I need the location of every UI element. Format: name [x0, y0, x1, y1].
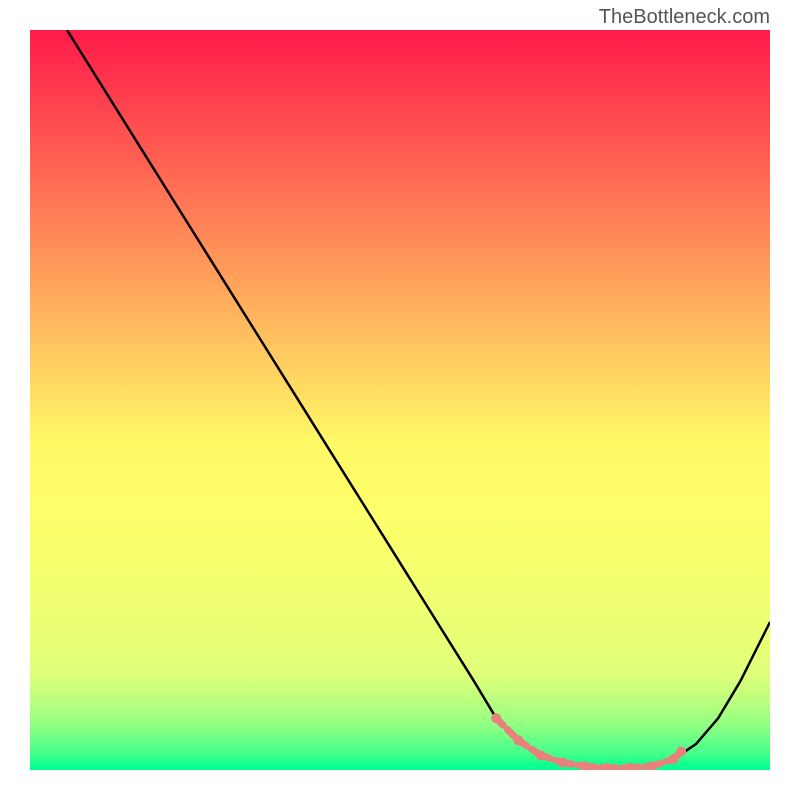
curve-markers: [491, 713, 686, 770]
curve-line: [67, 30, 770, 768]
marker-dot: [491, 713, 501, 723]
chart-container: TheBottleneck.com: [0, 0, 800, 800]
marker-dot: [513, 735, 523, 745]
watermark-text: TheBottleneck.com: [599, 6, 770, 29]
marker-dot: [676, 747, 686, 757]
marker-dot: [602, 763, 612, 770]
curve-svg: [30, 30, 770, 770]
marker-dot: [558, 758, 568, 768]
marker-dot: [669, 754, 679, 764]
marker-dot: [624, 763, 634, 770]
marker-dot: [536, 750, 546, 760]
